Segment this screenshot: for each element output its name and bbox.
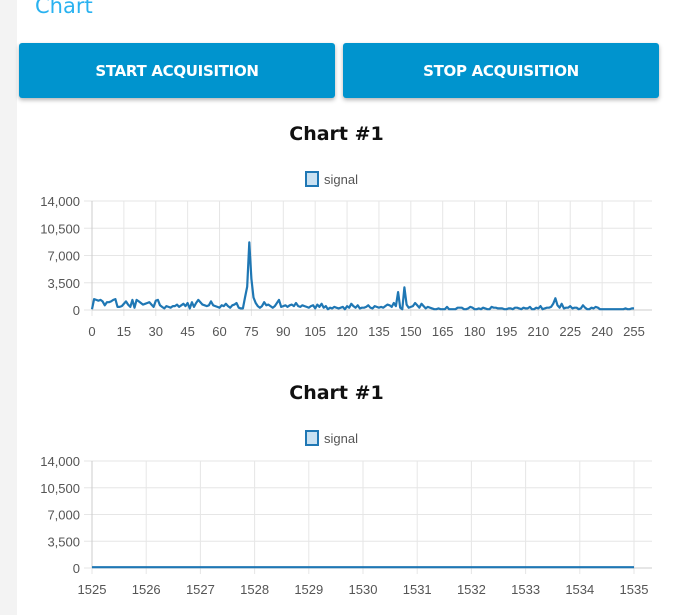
- x-tick-label: 1532: [457, 582, 486, 597]
- x-tick-label: 1535: [620, 582, 649, 597]
- x-tick-label: 1529: [294, 582, 323, 597]
- x-tick-label: 60: [212, 324, 226, 339]
- x-tick-label: 195: [496, 324, 518, 339]
- chart-2: signal 14,000 10,500 7,000 3,500 0 1525 1526 152…: [40, 430, 652, 597]
- x-tick-label: 105: [304, 324, 326, 339]
- signal-series-line: [90, 241, 634, 311]
- chart-1: signal 14,000 10,500 7,000 3,500 00 15 30 45 60 75…: [40, 171, 652, 339]
- x-tick-label: 1534: [565, 582, 594, 597]
- y-tick-label: 0: [73, 561, 80, 576]
- x-tick-label: 225: [559, 324, 581, 339]
- x-tick-label: 120: [336, 324, 358, 339]
- x-tick-label: 240: [591, 324, 613, 339]
- y-tick-label: 10,500: [40, 221, 80, 236]
- page-title: Chart: [35, 0, 93, 18]
- x-tick-label: 210: [528, 324, 550, 339]
- x-tick-label: 135: [368, 324, 390, 339]
- x-tick-label: 150: [400, 324, 422, 339]
- y-tick-label: 0: [73, 303, 80, 318]
- legend-swatch-icon: [305, 430, 319, 446]
- x-tick-label: 1528: [240, 582, 269, 597]
- x-tick-label: 90: [276, 324, 290, 339]
- y-tick-label: 14,000: [40, 194, 80, 209]
- x-tick-label: 1526: [132, 582, 161, 597]
- legend-label: signal: [324, 431, 358, 446]
- x-tick-label: 1531: [403, 582, 432, 597]
- y-tick-label: 7,000: [47, 249, 80, 264]
- y-tick-label: 7,000: [47, 508, 80, 523]
- x-tick-label: 1527: [186, 582, 215, 597]
- legend-swatch-icon: [305, 171, 319, 187]
- x-tick-label: 0: [88, 324, 95, 339]
- y-tick-label: 10,500: [40, 481, 80, 496]
- x-tick-label: 15: [117, 324, 131, 339]
- x-tick-label: 1530: [349, 582, 378, 597]
- x-tick-label: 30: [149, 324, 163, 339]
- y-tick-label: 14,000: [40, 454, 80, 469]
- start-acquisition-button[interactable]: START ACQUISITION: [19, 43, 335, 98]
- x-tick-label: 165: [432, 324, 454, 339]
- x-tick-label: 1533: [511, 582, 540, 597]
- x-tick-label: 1525: [78, 582, 107, 597]
- x-tick-label: 45: [180, 324, 194, 339]
- x-tick-label: 255: [623, 324, 645, 339]
- y-tick-label: 3,500: [47, 534, 80, 549]
- y-tick-label: 3,500: [47, 276, 80, 291]
- chart-1-title: Chart #1: [289, 123, 384, 145]
- x-tick-label: 75: [244, 324, 258, 339]
- x-tick-label: 180: [464, 324, 486, 339]
- stop-acquisition-button[interactable]: STOP ACQUISITION: [343, 43, 659, 98]
- legend-label: signal: [324, 172, 358, 187]
- chart-2-title: Chart #1: [289, 382, 384, 404]
